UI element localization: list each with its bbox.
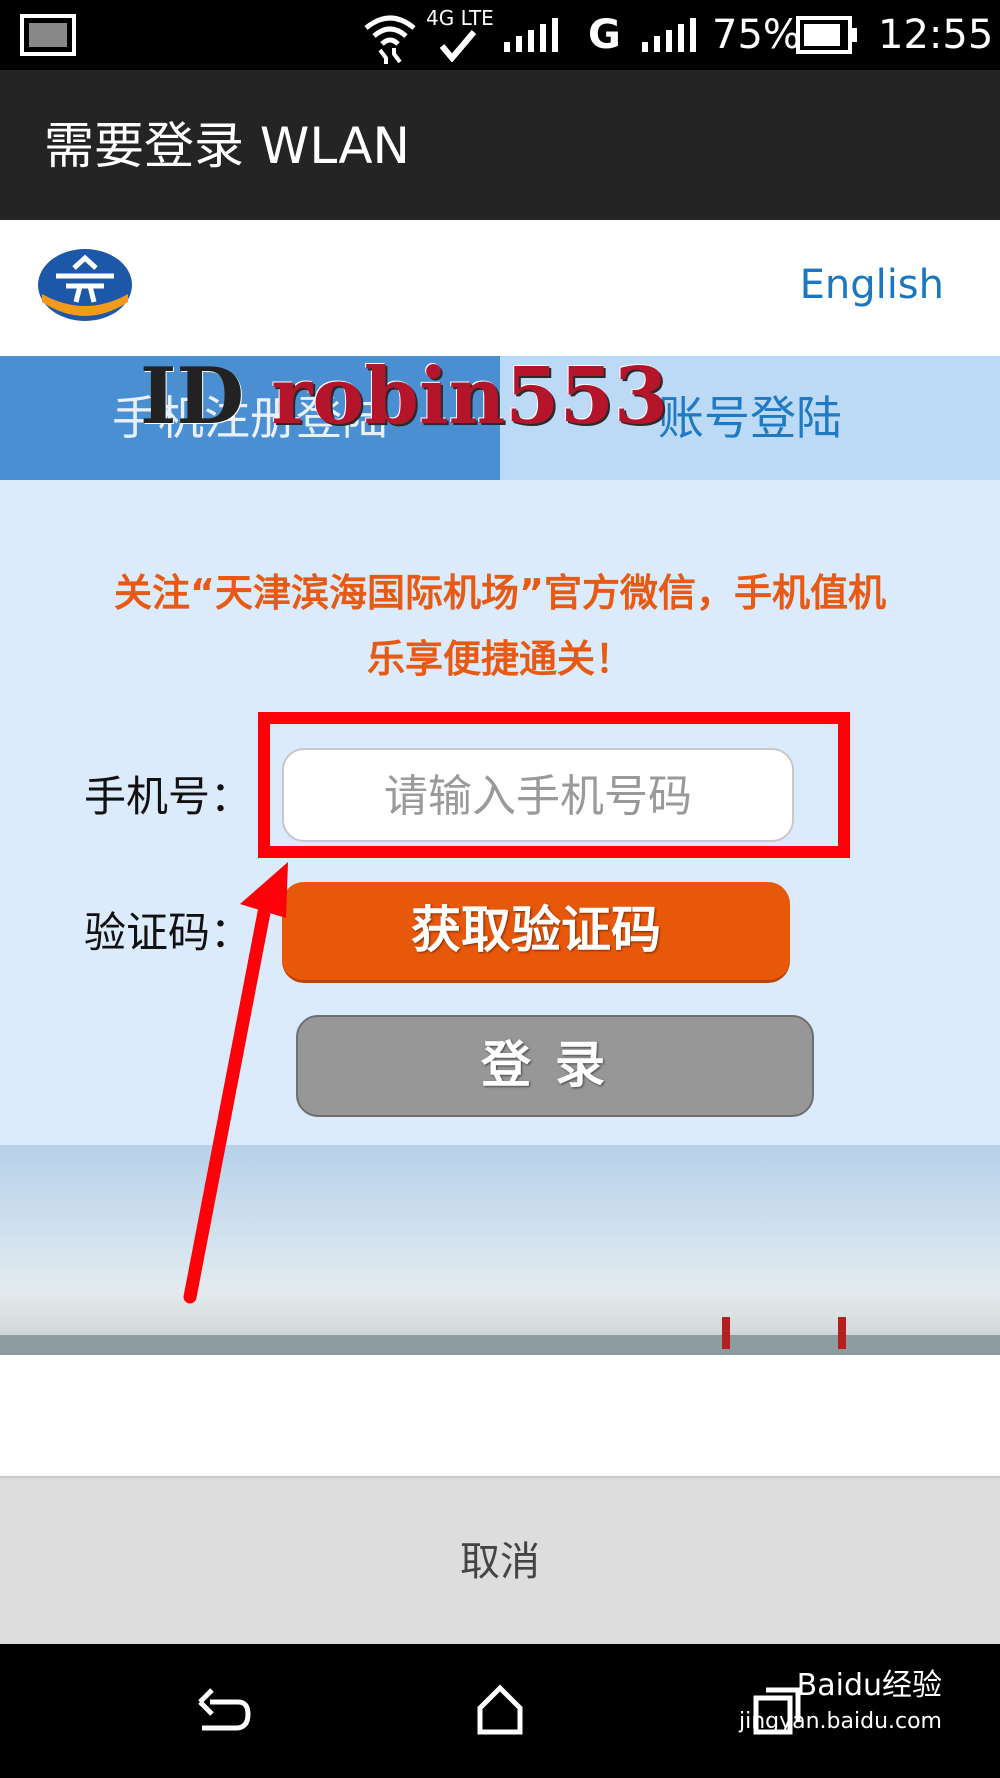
baidu-badge-text: Baidu经验 bbox=[796, 1668, 942, 1703]
cancel-bar: 取消 bbox=[0, 1476, 1000, 1646]
watermark-id: ID bbox=[140, 351, 245, 442]
baidu-jingyan-badge: Baidu经验 jingyan.baidu.com bbox=[739, 1668, 942, 1740]
cancel-button[interactable]: 取消 bbox=[0, 1478, 1000, 1646]
navigation-bar: Baidu经验 jingyan.baidu.com bbox=[0, 1644, 1000, 1778]
back-icon[interactable] bbox=[196, 1688, 252, 1738]
watermark-name: robin553 bbox=[271, 351, 669, 442]
watermark: ID robin553 bbox=[140, 352, 668, 442]
baidu-badge-url: jingyan.baidu.com bbox=[738, 1709, 942, 1734]
home-icon[interactable] bbox=[476, 1684, 524, 1736]
